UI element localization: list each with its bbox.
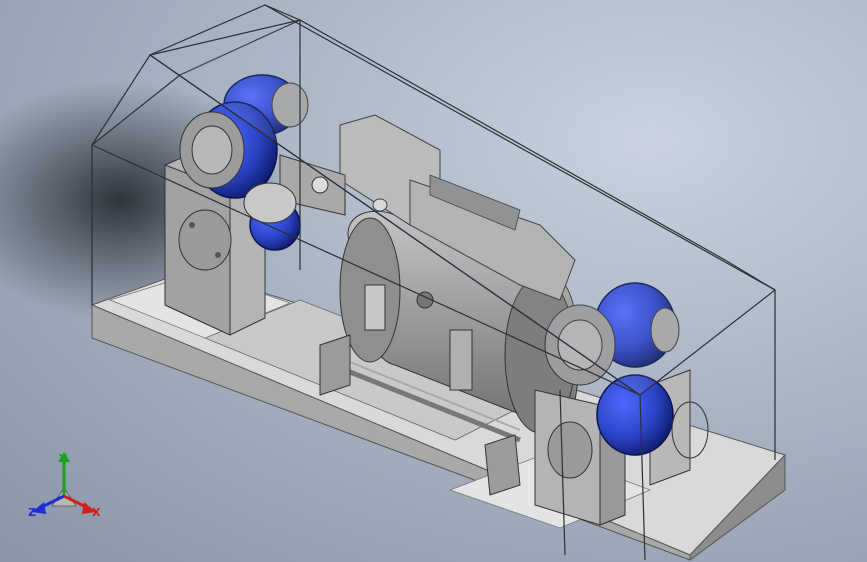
view-orientation-triad[interactable]: Y X Z bbox=[24, 446, 104, 526]
y-axis-label: Y bbox=[58, 452, 68, 465]
z-axis-label: Z bbox=[28, 506, 36, 519]
x-axis-label: X bbox=[92, 506, 101, 519]
cad-graphics-viewport[interactable]: Y X Z bbox=[0, 0, 867, 562]
roller-machine-model[interactable] bbox=[0, 0, 867, 562]
